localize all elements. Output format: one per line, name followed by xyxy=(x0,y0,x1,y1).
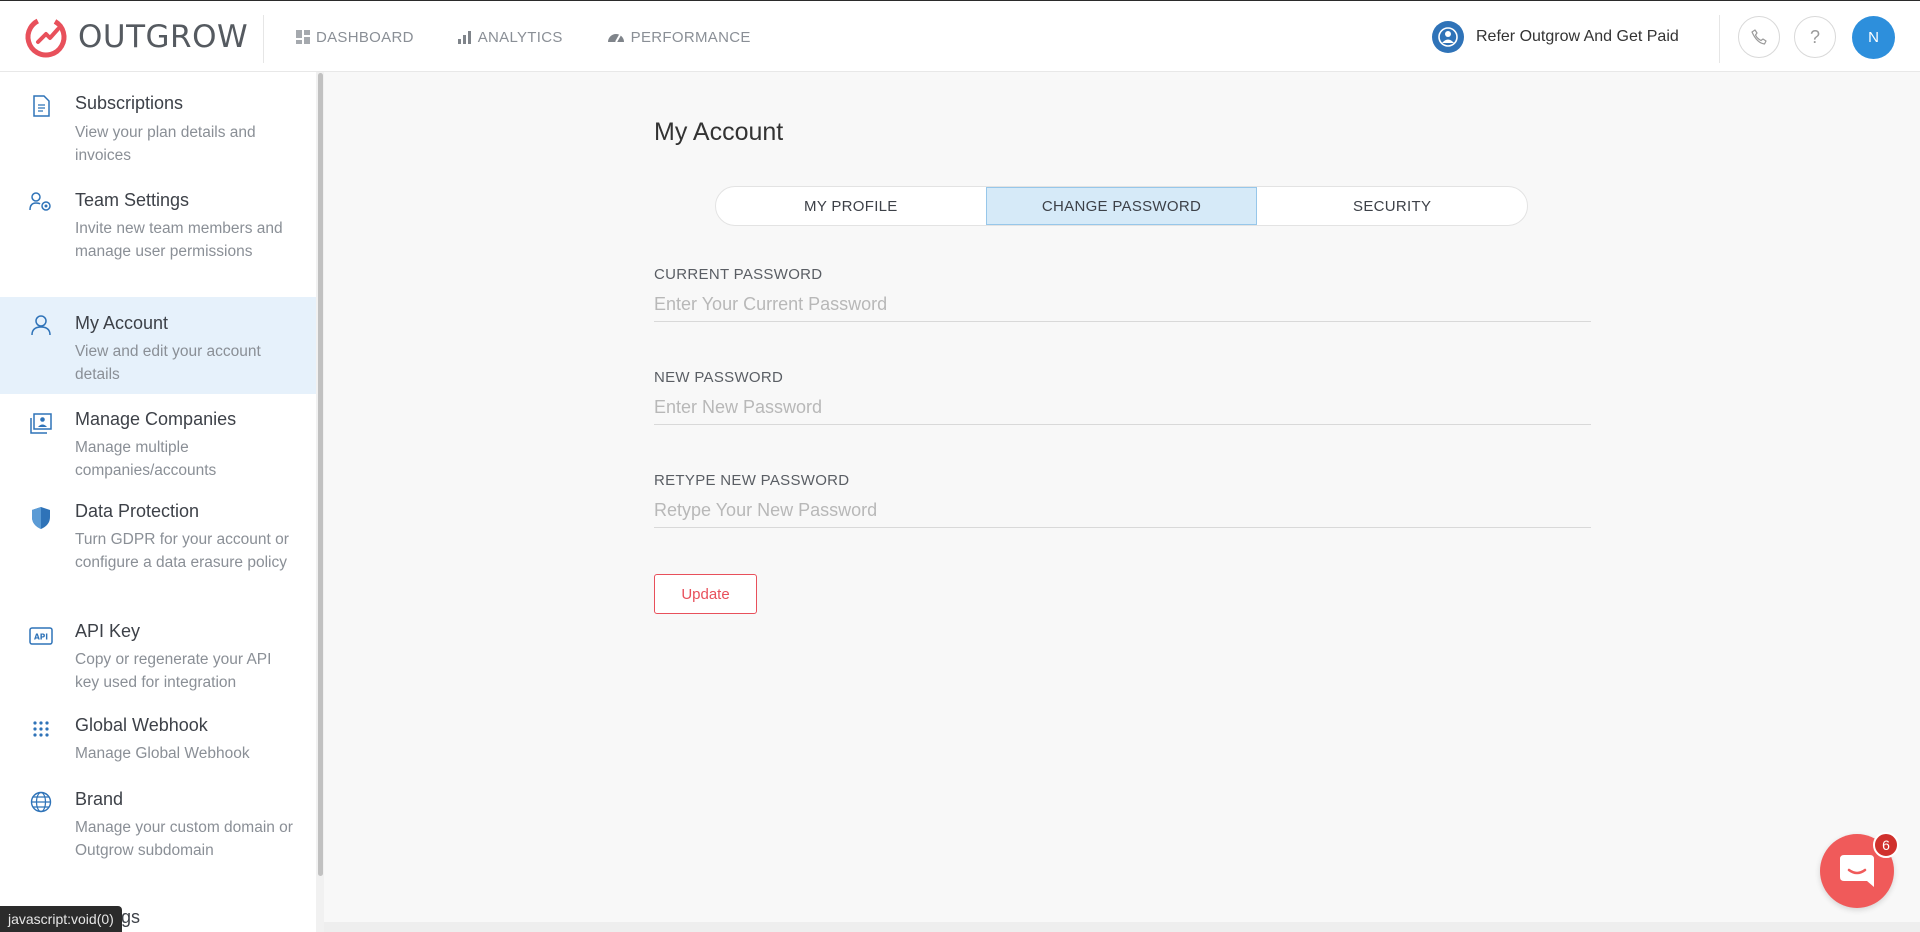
sidebar-item-title: API Key xyxy=(75,621,141,641)
link-status-tooltip: javascript:void(0) xyxy=(0,906,122,932)
dashboard-icon xyxy=(296,30,310,44)
sidebar-item-desc: Invite new team members and manage user … xyxy=(75,220,283,260)
help-icon: ? xyxy=(1809,26,1820,47)
sidebar-item-title: Global Webhook xyxy=(75,715,208,735)
sidebar-item-title: Subscriptions xyxy=(75,93,184,113)
sidebar-item-title: My Account xyxy=(75,313,169,333)
chat-icon xyxy=(1840,855,1874,887)
sidebar-item-data-protection[interactable]: Data Protection Turn GDPR for your accou… xyxy=(0,490,316,610)
sidebar-item-desc: Turn GDPR for your account or configure … xyxy=(75,531,289,571)
sidebar-item-manage-companies[interactable]: Manage Companies Manage multiple compani… xyxy=(0,394,316,490)
tab-security[interactable]: SECURITY xyxy=(1257,187,1527,225)
outgrow-logo[interactable]: OUTGROW xyxy=(24,14,248,60)
sidebar-item-desc: View and edit your account details xyxy=(75,343,261,383)
sidebar-item-desc: Manage multiple companies/accounts xyxy=(75,439,217,479)
sidebar-item-title: Data Protection xyxy=(75,501,200,521)
nav-dashboard[interactable]: DASHBOARD xyxy=(296,29,414,46)
phone-icon xyxy=(1751,29,1767,45)
shield-icon xyxy=(29,506,53,530)
sidebar-item-global-webhook[interactable]: Global Webhook Manage Global Webhook xyxy=(0,706,316,780)
performance-icon xyxy=(607,30,625,44)
header-divider xyxy=(1719,15,1720,63)
avatar-initial: N xyxy=(1868,29,1879,46)
sidebar-item-desc: Manage Global Webhook xyxy=(75,745,250,762)
page-title: My Account xyxy=(654,118,784,146)
tab-my-profile[interactable]: MY PROFILE xyxy=(716,187,986,225)
api-icon: API xyxy=(29,624,53,648)
update-button[interactable]: Update xyxy=(654,574,757,614)
sidebar-scrollbar-thumb[interactable] xyxy=(318,73,323,876)
globe-icon xyxy=(29,790,53,814)
sidebar-item-title: Brand xyxy=(75,789,124,809)
main-nav: DASHBOARD ANALYTICS PERFORMANCE xyxy=(296,1,795,73)
current-password-label: CURRENT PASSWORD xyxy=(654,266,823,283)
sidebar-item-api-key[interactable]: API API Key Copy or regenerate your API … xyxy=(0,610,316,706)
user-icon xyxy=(29,313,53,337)
companies-icon xyxy=(29,412,53,436)
main-bottom-divider xyxy=(324,922,1920,932)
avatar[interactable]: N xyxy=(1852,16,1895,59)
new-password-label: NEW PASSWORD xyxy=(654,369,784,386)
nav-performance[interactable]: PERFORMANCE xyxy=(607,29,751,46)
refer-link[interactable]: Refer Outgrow And Get Paid xyxy=(1432,20,1679,54)
tab-change-password[interactable]: CHANGE PASSWORD xyxy=(985,187,1258,225)
nav-analytics[interactable]: ANALYTICS xyxy=(457,28,563,46)
top-header: OUTGROW DASHBOARD ANALYTICS PERFORMANCE … xyxy=(0,0,1920,72)
help-button[interactable]: ? xyxy=(1794,16,1836,58)
sidebar-item-title: Manage Companies xyxy=(75,409,237,429)
sidebar-item-brand[interactable]: Brand Manage your custom domain or Outgr… xyxy=(0,780,316,898)
phone-button[interactable] xyxy=(1738,16,1780,58)
svg-text:API: API xyxy=(34,633,48,642)
logo-text: OUTGROW xyxy=(78,19,249,55)
nav-performance-label: PERFORMANCE xyxy=(630,28,751,46)
sidebar-item-team-settings[interactable]: Team Settings Invite new team members an… xyxy=(0,168,316,288)
sidebar-item-subscriptions[interactable]: Subscriptions View your plan details and… xyxy=(0,72,316,168)
refer-icon xyxy=(1432,21,1464,53)
nav-analytics-label: ANALYTICS xyxy=(477,28,563,46)
sidebar-item-desc: Manage your custom domain or Outgrow sub… xyxy=(75,819,293,859)
header-divider xyxy=(263,15,264,63)
retype-password-input[interactable] xyxy=(654,494,1591,528)
nav-dashboard-label: DASHBOARD xyxy=(316,28,414,46)
outgrow-logo-icon xyxy=(25,16,67,58)
sidebar-item-desc: Copy or regenerate your API key used for… xyxy=(75,651,272,691)
sidebar-item-my-account[interactable]: My Account View and edit your account de… xyxy=(0,297,316,394)
refer-label: Refer Outgrow And Get Paid xyxy=(1476,28,1679,45)
retype-password-label: RETYPE NEW PASSWORD xyxy=(654,472,850,489)
webhook-icon xyxy=(29,718,53,742)
chat-notification-badge: 6 xyxy=(1873,832,1899,858)
document-icon xyxy=(29,94,53,118)
sidebar-item-desc: View your plan details and invoices xyxy=(75,124,256,164)
sidebar: Subscriptions View your plan details and… xyxy=(0,72,324,932)
current-password-input[interactable] xyxy=(654,288,1591,322)
analytics-icon xyxy=(457,30,472,44)
account-tabs: MY PROFILE CHANGE PASSWORD SECURITY xyxy=(715,186,1528,226)
team-gear-icon xyxy=(29,190,53,214)
sidebar-item-title: Team Settings xyxy=(75,190,190,210)
new-password-input[interactable] xyxy=(654,391,1591,425)
